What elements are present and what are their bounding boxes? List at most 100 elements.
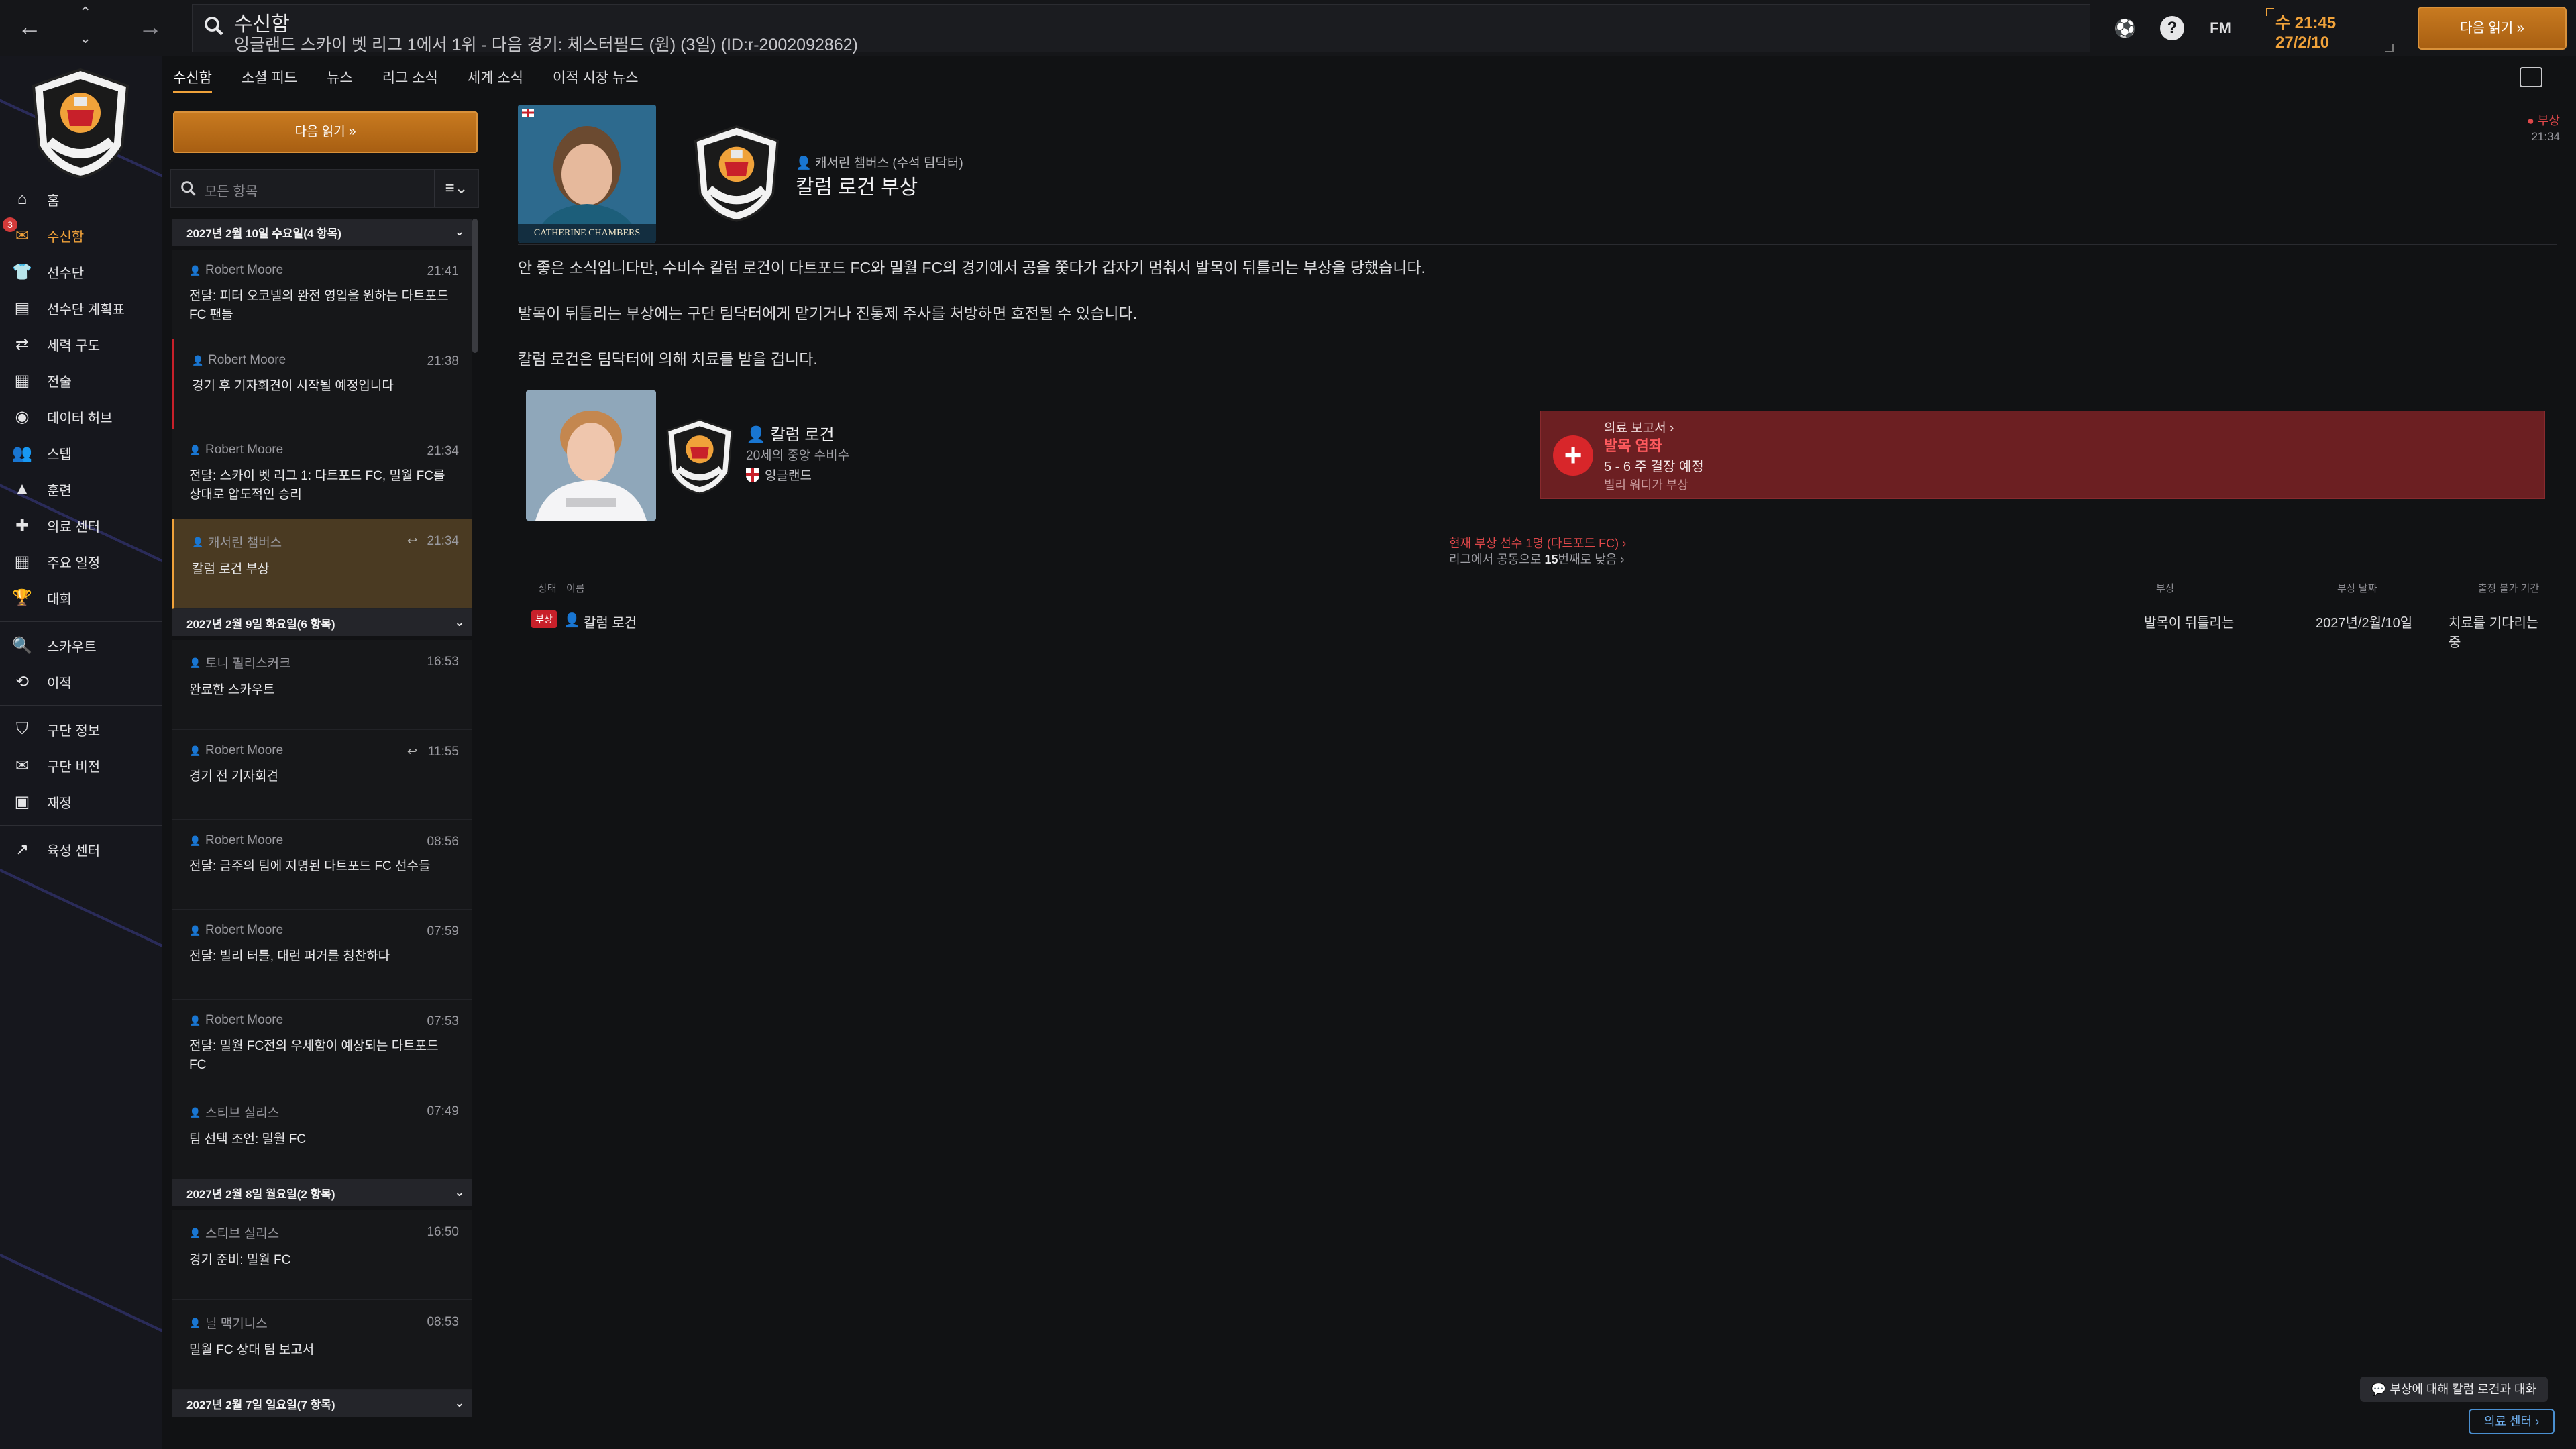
inbox-message[interactable]: 👤 토니 필리스커크 16:53 완료한 스카우트	[172, 640, 472, 730]
inbox-message[interactable]: 👤 Robert Moore 07:59 전달: 빌리 터틀, 대런 퍼거를 칭찬…	[172, 910, 472, 1000]
home-icon: ⌂	[17, 190, 28, 208]
help-icon[interactable]: ?	[2160, 16, 2184, 40]
tab-league-news[interactable]: 리그 소식	[382, 62, 438, 93]
player-photo[interactable]	[526, 390, 656, 521]
layout-toggle-icon[interactable]	[2520, 67, 2542, 87]
sidebar-item-schedule[interactable]: ▦ 주요 일정	[0, 543, 162, 580]
club-crest-logo[interactable]	[663, 415, 737, 498]
message-time: 07:53	[427, 1014, 459, 1028]
sender-photo[interactable]: CATHERINE CHAMBERS	[518, 105, 656, 243]
filter-menu-icon[interactable]: ≡⌄	[434, 170, 478, 207]
table-row[interactable]: 부상 👤 칼럼 로건 발목이 뒤틀리는 2027년/2월/10일 치료를 기다리…	[527, 604, 2546, 650]
sidebar-item-data-hub[interactable]: ◉ 데이터 허브	[0, 398, 162, 435]
sidebar-item-dynamics[interactable]: ⇄ 세력 구도	[0, 326, 162, 362]
inbox-filter[interactable]: 모든 항목 ≡⌄	[170, 169, 479, 208]
sidebar-item-tactics[interactable]: ▦ 전술	[0, 362, 162, 398]
sidebar-item-training[interactable]: ▲ 훈련	[0, 471, 162, 507]
row-player-name[interactable]: 칼럼 로건	[584, 612, 637, 631]
sidebar-item-home[interactable]: ⌂ 홈	[0, 181, 162, 217]
player-name[interactable]: 👤 칼럼 로건	[746, 421, 835, 445]
inbox-message[interactable]: 👤 스티브 실리스 16:50 경기 준비: 밀월 FC	[172, 1210, 472, 1300]
chevron-up-icon[interactable]: ⌃	[79, 5, 91, 20]
sidebar-item-finances[interactable]: ▣ 재정	[0, 784, 162, 820]
day-group-header[interactable]: 2027년 2월 9일 화요일(6 항목) ⌄	[172, 609, 472, 636]
inbox-message[interactable]: 👤 Robert Moore 07:53 전달: 밀월 FC전의 우세함이 예상되…	[172, 1000, 472, 1089]
inbox-message[interactable]: 👤 Robert Moore 21:38 경기 후 기자회견이 시작될 예정입니다	[172, 339, 472, 429]
message-sender: 스티브 실리스	[205, 1106, 280, 1120]
chevron-down-icon[interactable]: ⌄	[455, 1397, 464, 1410]
tab-social-feed[interactable]: 소셜 피드	[241, 62, 297, 93]
chat-bubble-icon: 💬	[2371, 1383, 2390, 1396]
message-time: 21:38	[427, 354, 459, 368]
sidebar-item-label: 선수단	[47, 266, 85, 281]
sender-name: 캐서린 챔버스 (수석 팀닥터)	[814, 156, 963, 170]
talk-to-player-button[interactable]: 💬 부상에 대해 칼럼 로건과 대화	[2360, 1377, 2548, 1402]
sidebar-item-club-vision[interactable]: ✉ 구단 비전	[0, 747, 162, 784]
sidebar-divider	[0, 621, 162, 622]
club-crest-logo[interactable]	[27, 66, 134, 180]
inbox-message[interactable]: 👤 닐 맥기니스 08:53 밀월 FC 상대 팀 보고서	[172, 1300, 472, 1390]
message-subject: 완료한 스카우트	[189, 683, 275, 697]
sidebar-item-club-info[interactable]: ⛉ 구단 정보	[0, 711, 162, 747]
forward-arrow-icon[interactable]: →	[138, 15, 162, 39]
inbox-scrollbar[interactable]	[472, 219, 478, 353]
message-sender: Robert Moore	[205, 923, 284, 937]
tab-world-news[interactable]: 세계 소식	[468, 62, 523, 93]
data-hub-icon: ◉	[15, 407, 30, 426]
current-injuries-link[interactable]: 현재 부상 선수 1명 (다트포드 FC) ›	[1449, 534, 1626, 551]
day-group-header[interactable]: 2027년 2월 7일 일요일(7 항목) ⌄	[172, 1390, 472, 1417]
title-search-box[interactable]: 수신함 잉글랜드 스카이 벳 리그 1에서 1위 - 다음 경기: 체스터필드 …	[192, 4, 2090, 54]
vision-icon: ✉	[15, 756, 30, 775]
inbox-message[interactable]: 👤 Robert Moore 21:41 전달: 피터 오코넬의 완전 영입을 원…	[172, 250, 472, 339]
column-header-status[interactable]: 상태	[538, 581, 557, 595]
day-group-header[interactable]: 2027년 2월 10일 수요일(4 항목) ⌄	[172, 219, 472, 246]
medical-report-card[interactable]: + 의료 보고서 › 발목 염좌 5 - 6 주 결장 예정 빌리 워디가 부상	[1540, 411, 2545, 499]
message-sender[interactable]: 👤 캐서린 챔버스 (수석 팀닥터)	[796, 153, 963, 171]
chevron-down-icon[interactable]: ⌄	[455, 1186, 464, 1199]
sidebar-item-scouting[interactable]: 🔍 스카우트	[0, 627, 162, 663]
back-arrow-icon[interactable]: ←	[17, 15, 42, 39]
day-group-date: 2027년 2월 8일 월요일(2 항목)	[186, 1187, 335, 1201]
sidebar-item-label: 주요 일정	[47, 555, 101, 571]
column-header-name[interactable]: 이름	[566, 581, 585, 595]
medical-center-button[interactable]: 의료 센터 ›	[2469, 1409, 2555, 1434]
football-icon[interactable]: ⚽	[2113, 16, 2137, 40]
sidebar-item-development[interactable]: ↗ 육성 센터	[0, 831, 162, 867]
chevron-down-icon[interactable]: ⌄	[455, 225, 464, 239]
sidebar-item-inbox[interactable]: 3 ✉ 수신함	[0, 217, 162, 254]
medical-report-link[interactable]: 의료 보고서 ›	[1604, 418, 1674, 436]
club-crest-logo[interactable]	[690, 121, 784, 225]
inbox-message[interactable]: 👤 Robert Moore ↩ 11:55 경기 전 기자회견	[172, 730, 472, 820]
finance-icon: ▣	[14, 792, 30, 811]
sidebar-item-staff[interactable]: 👥 스텝	[0, 435, 162, 471]
message-paragraph: 발목이 뒤틀리는 부상에는 구단 팀닥터에게 맡기거나 진통제 주사를 처방하면…	[518, 305, 1138, 322]
message-sender: Robert Moore	[205, 833, 284, 847]
sidebar-item-label: 육성 센터	[47, 843, 101, 859]
tab-news[interactable]: 뉴스	[327, 62, 353, 93]
injury-note: 빌리 워디가 부상	[1604, 478, 1688, 492]
chevron-down-icon[interactable]: ⌄	[79, 31, 91, 46]
league-injury-rank-number: 15	[1544, 553, 1558, 566]
league-injury-rank-link[interactable]: 리그에서 공동으로 15번째로 낮음 ›	[1449, 550, 1624, 568]
inbox-message[interactable]: 👤 스티브 실리스 07:49 팀 선택 조언: 밀월 FC	[172, 1089, 472, 1179]
read-next-button[interactable]: 다음 읽기 »	[173, 111, 478, 153]
tab-transfer-news[interactable]: 이적 시장 뉴스	[553, 62, 639, 93]
column-header-injury[interactable]: 부상	[2156, 581, 2175, 595]
sidebar-item-squad-planner[interactable]: ▤ 선수단 계획표	[0, 290, 162, 326]
message-subject: 전달: 밀월 FC전의 우세함이 예상되는 다트포드 FC	[189, 1039, 439, 1072]
sidebar-item-medical[interactable]: ✚ 의료 센터	[0, 507, 162, 543]
sidebar-item-competitions[interactable]: 🏆 대회	[0, 580, 162, 616]
sidebar-item-squad[interactable]: 👕 선수단	[0, 254, 162, 290]
player-nationality[interactable]: 잉글랜드	[746, 466, 812, 484]
inbox-message[interactable]: 👤 Robert Moore 21:34 전달: 스카이 벳 리그 1: 다트포드…	[172, 429, 472, 519]
continue-button[interactable]: 다음 읽기 »	[2418, 7, 2567, 50]
inbox-message-selected[interactable]: 👤 캐서린 챔버스 ↩ 21:34 칼럼 로건 부상	[172, 519, 472, 609]
chevron-down-icon[interactable]: ⌄	[455, 616, 464, 629]
sidebar-item-transfers[interactable]: ⟲ 이적	[0, 663, 162, 700]
day-group-header[interactable]: 2027년 2월 8일 월요일(2 항목) ⌄	[172, 1179, 472, 1206]
column-header-date[interactable]: 부상 날짜	[2337, 581, 2377, 595]
tab-inbox[interactable]: 수신함	[173, 62, 212, 93]
fm-logo[interactable]: FM	[2207, 16, 2234, 40]
inbox-message[interactable]: 👤 Robert Moore 08:56 전달: 금주의 팀에 지명된 다트포드 …	[172, 820, 472, 910]
column-header-availability[interactable]: 출장 불가 기간	[2478, 581, 2539, 595]
